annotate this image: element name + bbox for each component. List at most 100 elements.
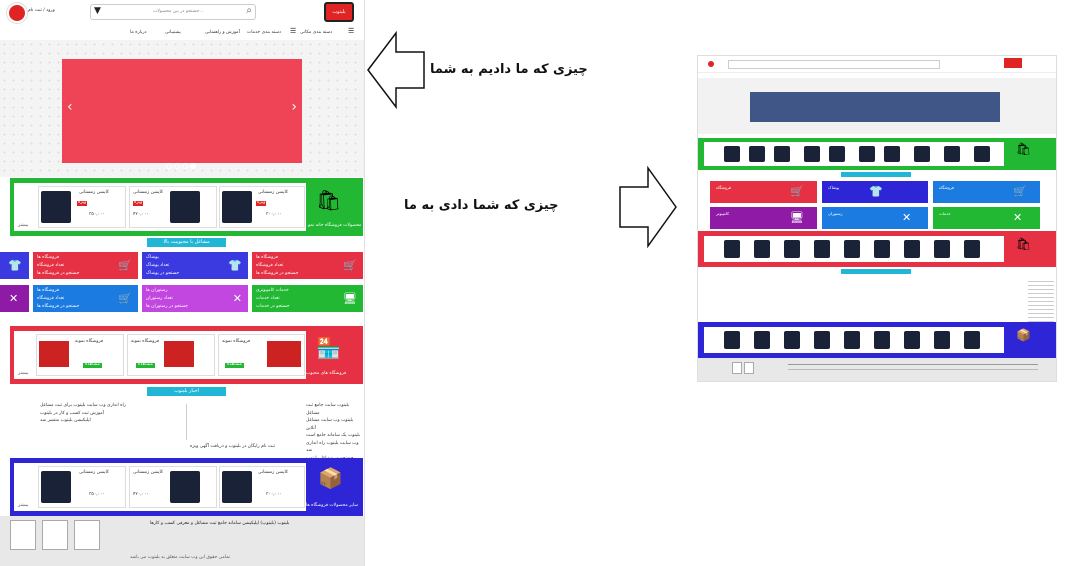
cart-icon: 🛒 (1013, 185, 1027, 198)
product-price: ۳۵۰,۰۰۰ (89, 492, 105, 497)
job-tile[interactable]: 🖥 خدمات کامپیوتری تعداد خدمات جستجو در خ… (252, 285, 363, 312)
menu-icon-2[interactable]: ☰ (290, 27, 296, 35)
rp-pill (841, 172, 911, 177)
product-name: کاپشن زمستانی (133, 190, 163, 195)
rp-blue-band: 📦 (698, 322, 1056, 358)
store-card[interactable]: فروشگاه نمونه مشاهده (36, 334, 124, 376)
more-link[interactable]: بیشتر (18, 223, 28, 229)
news-item[interactable]: وب سایت بلیتوب راه اندازی شد (306, 440, 364, 455)
job-tile[interactable]: 🛒 فروشگاه ها تعداد فروشگاه جستجو در فروش… (33, 285, 138, 312)
top-annotation-label: چیزی که ما دادیم به شما (430, 62, 588, 77)
store-badge: مشاهده (225, 362, 244, 368)
trust-seal-icon[interactable] (10, 520, 36, 550)
rp-slider[interactable] (750, 92, 1000, 122)
job-tile[interactable]: 🛒 فروشگاه ها تعداد فروشگاه جستجو در فروش… (252, 252, 363, 279)
product-name: کاپشن زمستانی (79, 190, 109, 195)
product-card[interactable]: کاپشن زمستانی ۴۲۰,۰۰۰ (129, 466, 217, 508)
store-card[interactable]: فروشگاه نمونه مشاهده (218, 334, 305, 376)
news-list-left: راه اندازی وب سایت بلیتوب برای ثبت مشاغل… (40, 402, 126, 425)
rp-logo[interactable] (1004, 58, 1022, 68)
product-image (844, 240, 860, 258)
footer: بلیتوب (بلیتوپ) اپلیکیشن سامانه جامع ثبت… (0, 516, 364, 566)
hero-slider[interactable]: ‹ › (62, 59, 302, 169)
rp-tile[interactable]: 👕 پوشاک (822, 181, 928, 203)
rp-tile[interactable]: 🛒 فروشگاه (933, 181, 1040, 203)
rp-avatar[interactable] (708, 61, 714, 67)
rp-tile-title: پوشاک (828, 185, 840, 190)
store-card[interactable]: فروشگاه نمونه مشاهده (127, 334, 215, 376)
product-card[interactable]: کاپشن زمستانی ویژه ۳۰۰,۰۰۰ (219, 186, 305, 228)
cart-icon: 🛒 (343, 259, 357, 272)
job-tile-partial[interactable]: 👕 (0, 252, 29, 279)
filter-icon[interactable]: ▼ (94, 6, 101, 16)
slider-next-icon[interactable]: › (291, 99, 297, 115)
store-image (39, 341, 69, 367)
product-name: کاپشن زمستانی (258, 190, 288, 195)
news-list-right: بلیتوب سایت جامع ثبت مشاغل بلیتوب وب سای… (306, 402, 364, 462)
more-link[interactable]: بیشتر (18, 371, 28, 377)
news-item[interactable]: اپلیکیشن بلیتوب منتشر شد (40, 417, 126, 425)
news-item[interactable]: بلیتوب یک سامانه جامع است (306, 432, 364, 440)
product-card[interactable]: کاپشن زمستانی ۳۰۰,۰۰۰ (219, 466, 305, 508)
nav-item-0[interactable]: دسته بندی مکانی (300, 30, 332, 35)
job-tile[interactable]: 👕 پوشاک تعداد پوشاک جستجو در پوشاک (142, 252, 248, 279)
fork-knife-icon: ✕ (1013, 211, 1023, 224)
product-image (974, 146, 990, 162)
product-card[interactable]: کاپشن زمستانی ۳۵۰,۰۰۰ (38, 466, 126, 508)
product-image (944, 146, 960, 162)
job-tile[interactable]: ✕ رستوران ها تعداد رستوران جستجو در رستو… (142, 285, 248, 312)
news-item[interactable]: بلیتوب سایت جامع ثبت مشاغل (306, 402, 364, 417)
rp-tile[interactable]: ✕ خدمات (933, 207, 1040, 229)
nav-item-4[interactable]: درباره ما (130, 30, 147, 35)
news-title: اخبار بلیتوب (147, 387, 226, 396)
nav-item-2[interactable]: آموزش و راهنمایی (205, 30, 240, 35)
stores-row: بیشتر فروشگاه نمونه مشاهده فروشگاه نمونه… (14, 331, 306, 379)
computer-icon: 🖥 (343, 292, 357, 305)
rp-tile-title: فروشگاه (939, 185, 954, 190)
rp-search-input[interactable] (728, 60, 940, 69)
shirt-icon: 👕 (869, 185, 883, 198)
fork-knife-icon: ✕ (232, 292, 242, 305)
more-link[interactable]: بیشتر (18, 503, 28, 509)
products-band: 🛍 محصولات فروشگاه خانه نمو بیشتر کاپشن ز… (10, 178, 363, 236)
job-tile-partial[interactable]: ✕ (0, 285, 29, 312)
product-image (222, 191, 252, 223)
rp-tile[interactable]: 🖥 کامپیوتر (710, 207, 817, 229)
enamad-icon[interactable] (744, 362, 754, 374)
news-item[interactable]: راه اندازی وب سایت بلیتوب برای ثبت مشاغل (40, 402, 126, 410)
job-tile[interactable]: 🛒 فروشگاه ها تعداد فروشگاه جستجو در فروش… (33, 252, 138, 279)
job-tile-title: رستوران ها (146, 288, 168, 293)
footer-about: بلیتوب (بلیتوپ) اپلیکیشن سامانه جامع ثبت… (150, 521, 290, 526)
news-item[interactable]: آموزش ثبت کسب و کار در بلیتوب (40, 410, 126, 418)
rp-hero-bg (698, 78, 1056, 134)
site-logo[interactable]: بلیتوب (324, 2, 354, 22)
product-image (844, 331, 860, 349)
product-image (859, 146, 875, 162)
nav-item-3[interactable]: پشتیبانی (165, 30, 181, 35)
job-tile-title: خدمات کامپیوتری (256, 288, 289, 293)
nav-item-1[interactable]: دسته بندی خدمات (247, 30, 281, 35)
product-image (874, 240, 890, 258)
product-card[interactable]: کاپشن زمستانی ویژه ۳۵۰,۰۰۰ (38, 186, 126, 228)
news-bottom-item[interactable]: ثبت نام رایگان در بلیتوب و دریافت آگهی و… (190, 443, 275, 451)
enamad-icon[interactable] (42, 520, 68, 550)
rp-news-list (1028, 278, 1054, 324)
rp-tile-title: رستوران (828, 211, 843, 216)
login-link[interactable]: ورود / ثبت نام (28, 8, 55, 14)
news-item[interactable]: بلیتوب وب سایت مشاغل آنلاین (306, 417, 364, 432)
search-icon[interactable]: ⌕ (246, 5, 252, 16)
rp-tile[interactable]: 🛒 فروشگاه (710, 181, 817, 203)
rp-tile[interactable]: ✕ رستوران (822, 207, 928, 229)
search-input[interactable]: ▼ جستجو در بین محصولات... ⌕ (90, 4, 256, 20)
job-tile-line: جستجو در فروشگاه ها (37, 271, 80, 276)
slider-dots[interactable] (165, 154, 197, 173)
rp-products-row (704, 142, 1004, 166)
rp-tile-title: کامپیوتر (716, 211, 730, 216)
slider-prev-icon[interactable]: ‹ (67, 99, 73, 115)
samandehi-icon[interactable] (74, 520, 100, 550)
user-avatar[interactable] (7, 3, 27, 23)
rp-red-band: 🛍 (698, 231, 1056, 267)
product-card[interactable]: کاپشن زمستانی ویژه ۴۲۰,۰۰۰ (129, 186, 217, 228)
trust-seal-icon[interactable] (732, 362, 742, 374)
menu-icon[interactable]: ☰ (348, 27, 354, 35)
